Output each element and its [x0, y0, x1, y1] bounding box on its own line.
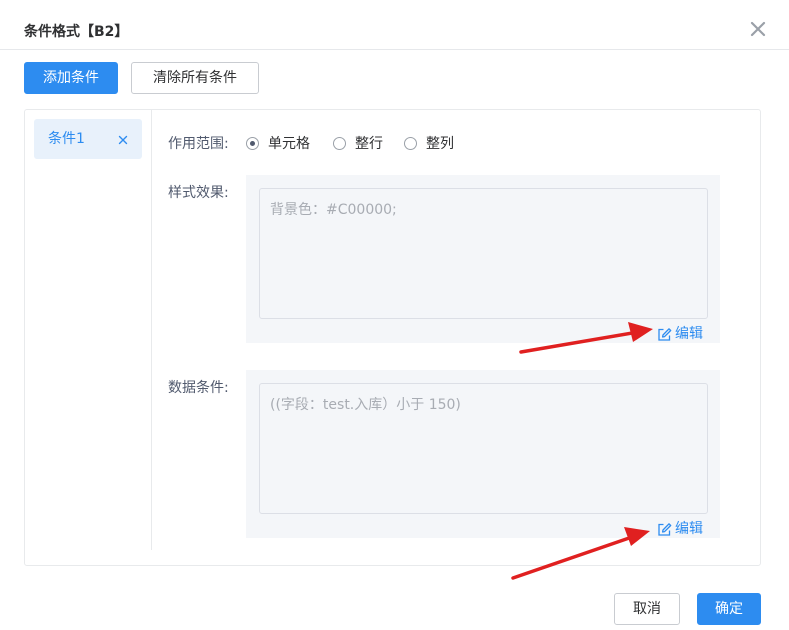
add-condition-button[interactable]: 添加条件 — [24, 62, 118, 94]
close-icon[interactable] — [116, 132, 130, 146]
style-effect-label: 样式效果: — [168, 185, 229, 201]
conditional-format-dialog: 条件格式【B2】 添加条件 清除所有条件 条件1 作用范围: 单元格 整行 整列… — [0, 0, 789, 630]
condition-item-label: 条件1 — [48, 131, 85, 147]
confirm-button[interactable]: 确定 — [697, 593, 761, 625]
scope-option-label: 单元格 — [268, 136, 310, 152]
dialog-header: 条件格式【B2】 — [0, 0, 789, 50]
scope-radio-cell[interactable]: 单元格 — [246, 134, 320, 154]
conditions-list: 条件1 — [25, 110, 152, 550]
data-condition-textbox[interactable]: ((字段：test.入库）小于 150) — [259, 383, 708, 514]
scope-radio-column[interactable]: 整列 — [404, 134, 464, 154]
style-effect-value: 背景色：#C00000; — [270, 202, 397, 218]
close-icon[interactable] — [748, 19, 768, 39]
data-condition-label: 数据条件: — [168, 380, 229, 396]
edit-icon — [657, 522, 672, 537]
data-condition-block: ((字段：test.入库）小于 150) 编辑 — [246, 370, 720, 538]
style-effect-block: 背景色：#C00000; 编辑 — [246, 175, 720, 343]
radio-unchecked-icon — [404, 137, 417, 150]
style-effect-textbox[interactable]: 背景色：#C00000; — [259, 188, 708, 319]
radio-unchecked-icon — [333, 137, 346, 150]
condition-item-1[interactable]: 条件1 — [34, 119, 142, 159]
radio-checked-icon — [246, 137, 259, 150]
dialog-title: 条件格式【B2】 — [24, 24, 129, 40]
data-condition-value: ((字段：test.入库）小于 150) — [270, 397, 461, 413]
edit-icon — [657, 327, 672, 342]
scope-option-label: 整行 — [355, 136, 383, 152]
scope-radio-row[interactable]: 整行 — [333, 134, 393, 154]
scope-label: 作用范围: — [168, 136, 229, 152]
scope-option-label: 整列 — [426, 136, 454, 152]
edit-label: 编辑 — [675, 326, 703, 342]
clear-all-conditions-button[interactable]: 清除所有条件 — [131, 62, 259, 94]
cancel-button[interactable]: 取消 — [614, 593, 680, 625]
edit-label: 编辑 — [675, 521, 703, 537]
